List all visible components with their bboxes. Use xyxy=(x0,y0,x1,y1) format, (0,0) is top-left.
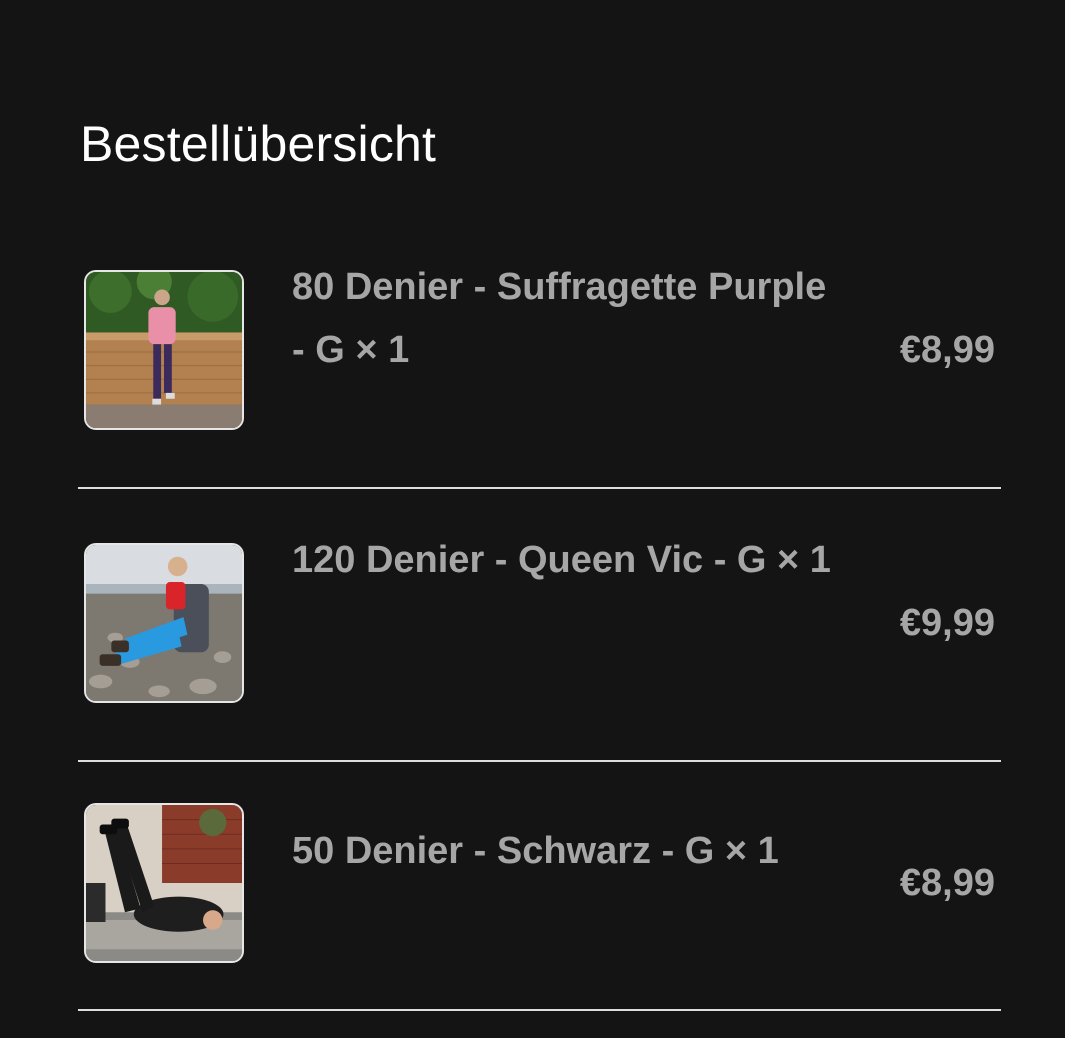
product-thumbnail xyxy=(84,803,244,963)
product-price: €8,99 xyxy=(899,329,995,371)
product-name: 50 Denier - Schwarz - G × 1 xyxy=(292,830,779,872)
order-item: 80 Denier - Suffragette Purple - G × 1 €… xyxy=(78,256,1001,456)
product-price: €8,99 xyxy=(899,862,995,904)
product-name: 80 Denier - Suffragette Purple - G × 1 xyxy=(292,266,827,371)
item-divider xyxy=(78,487,1001,489)
product-thumbnail xyxy=(84,543,244,703)
product-price: €9,99 xyxy=(899,602,995,644)
page-title: Bestellübersicht xyxy=(80,116,437,172)
item-divider xyxy=(78,760,1001,762)
item-divider xyxy=(78,1009,1001,1011)
product-thumbnail xyxy=(84,270,244,430)
order-item: 120 Denier - Queen Vic - G × 1 €9,99 xyxy=(78,529,1001,729)
product-name: 120 Denier - Queen Vic - G × 1 xyxy=(292,539,831,581)
order-item: 50 Denier - Schwarz - G × 1 €8,99 xyxy=(78,790,1001,990)
